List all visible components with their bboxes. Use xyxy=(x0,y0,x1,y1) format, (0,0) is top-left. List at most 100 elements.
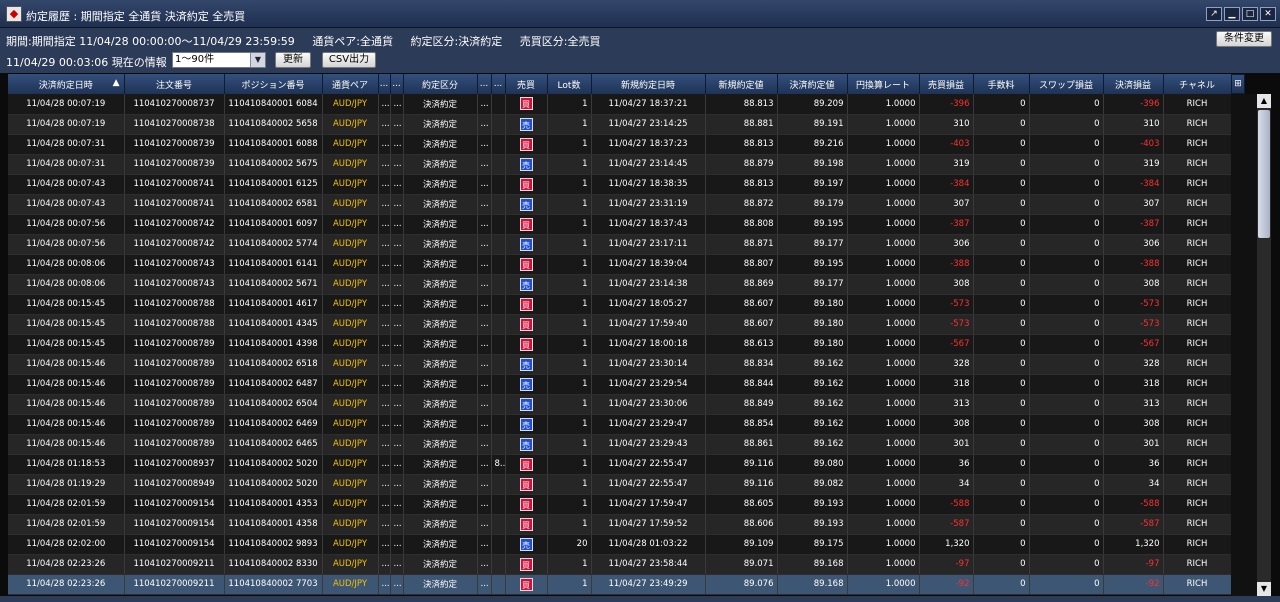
cell-ch: RICH xyxy=(1163,294,1231,315)
column-header-swap-pl[interactable]: スワップ損益 xyxy=(1029,74,1104,94)
cell-c6: ... xyxy=(390,514,404,535)
table-row[interactable]: 11/04/28 02:01:59 110410270009154 11041084… xyxy=(8,494,1231,515)
column-header-net-pl[interactable]: 決済損益 xyxy=(1103,74,1164,94)
cell-pos: 110410840002 6469 xyxy=(224,414,323,435)
table-row[interactable]: 11/04/28 01:19:29 110410270008949 11041084… xyxy=(8,474,1231,495)
cell-c8: ... xyxy=(477,334,492,355)
table-row[interactable]: 11/04/28 00:07:56 110410270008742 11041084… xyxy=(8,214,1231,235)
close-icon[interactable]: ✕ xyxy=(1260,7,1276,21)
table-row[interactable]: 11/04/28 02:01:59 110410270009154 11041084… xyxy=(8,514,1231,535)
cell-rate: 1.0000 xyxy=(847,134,920,155)
cell-order: 110410270008739 xyxy=(124,154,225,175)
column-header-trade-pl[interactable]: 売買損益 xyxy=(919,74,974,94)
table-row[interactable]: 11/04/28 00:07:31 110410270008739 11041084… xyxy=(8,134,1231,155)
table-row[interactable]: 11/04/28 02:23:26 110410270009211 11041084… xyxy=(8,574,1231,595)
table-row[interactable]: 11/04/28 00:15:46 110410270008789 11041084… xyxy=(8,394,1231,415)
cell-rate: 1.0000 xyxy=(847,334,920,355)
column-header-col8[interactable]: ... xyxy=(477,74,492,94)
column-header-side[interactable]: 売買 xyxy=(505,74,548,94)
table-row[interactable]: 11/04/28 00:15:46 110410270008789 11041084… xyxy=(8,434,1231,455)
cell-pair: AUD/JPY xyxy=(322,94,379,115)
cell-swap: 0 xyxy=(1029,194,1104,215)
table-row[interactable]: 11/04/28 00:07:31 110410270008739 11041084… xyxy=(8,154,1231,175)
column-header-order-no[interactable]: 注文番号 xyxy=(124,74,225,94)
column-header-fee[interactable]: 手数料 xyxy=(973,74,1030,94)
cell-c5: ... xyxy=(378,374,391,395)
cell-pair: AUD/JPY xyxy=(322,494,379,515)
cell-lot: 1 xyxy=(547,454,592,475)
cell-c8: ... xyxy=(477,414,492,435)
table-row[interactable]: 11/04/28 00:07:43 110410270008741 11041084… xyxy=(8,174,1231,195)
column-header-channel[interactable]: チャネル xyxy=(1163,74,1231,94)
change-condition-button[interactable]: 条件変更 xyxy=(1216,31,1272,47)
table-row[interactable]: 11/04/28 00:08:06 110410270008743 11041084… xyxy=(8,254,1231,275)
table-row[interactable]: 11/04/28 00:07:19 110410270008738 11041084… xyxy=(8,114,1231,135)
cell-rate: 1.0000 xyxy=(847,494,920,515)
chevron-down-icon[interactable]: ▼ xyxy=(250,53,265,67)
pin-icon[interactable]: ↗ xyxy=(1206,7,1222,21)
scroll-thumb[interactable] xyxy=(1258,110,1270,238)
table-row[interactable]: 11/04/28 00:15:45 110410270008788 11041084… xyxy=(8,314,1231,335)
cell-side: 買 xyxy=(505,134,548,155)
table-row[interactable]: 11/04/28 02:23:26 110410270009211 11041084… xyxy=(8,554,1231,575)
table-row[interactable]: 11/04/28 01:18:53 110410270008937 11041084… xyxy=(8,454,1231,475)
cell-c8: ... xyxy=(477,214,492,235)
cell-ch: RICH xyxy=(1163,274,1231,295)
column-header-col5[interactable]: ... xyxy=(378,74,391,94)
cell-ch: RICH xyxy=(1163,234,1231,255)
table-row[interactable]: 11/04/28 00:15:46 110410270008789 11041084… xyxy=(8,414,1231,435)
column-header-col6[interactable]: ... xyxy=(390,74,404,94)
sort-ascending-icon[interactable]: ▲ xyxy=(113,78,120,88)
scroll-down-icon[interactable]: ▼ xyxy=(1257,582,1271,596)
vertical-scrollbar[interactable]: ▲ ▼ xyxy=(1257,94,1271,596)
cell-close: 89.177 xyxy=(777,234,848,255)
update-button[interactable]: 更新 xyxy=(275,52,311,68)
cell-side: 買 xyxy=(505,494,548,515)
column-header-open-price[interactable]: 新規約定値 xyxy=(705,74,778,94)
table-row[interactable]: 11/04/28 02:02:00 110410270009154 11041084… xyxy=(8,534,1231,555)
cell-c9 xyxy=(491,234,506,255)
column-header-label: 約定区分 xyxy=(421,80,458,91)
table-row[interactable]: 11/04/28 00:08:06 110410270008743 11041084… xyxy=(8,274,1231,295)
table-row[interactable]: 11/04/28 00:07:19 110410270008737 11041084… xyxy=(8,94,1231,115)
cell-order: 110410270008743 xyxy=(124,274,225,295)
column-header-jpy-rate[interactable]: 円換算レート xyxy=(847,74,920,94)
minimize-icon[interactable]: ▁ xyxy=(1224,7,1240,21)
table-row[interactable]: 11/04/28 00:15:45 110410270008789 11041084… xyxy=(8,334,1231,355)
table-row[interactable]: 11/04/28 00:07:56 110410270008742 11041084… xyxy=(8,234,1231,255)
cell-swap: 0 xyxy=(1029,354,1104,375)
maximize-icon[interactable]: □ xyxy=(1242,7,1258,21)
cell-c5: ... xyxy=(378,254,391,275)
column-header-close-dt[interactable]: 決済約定日時 ▲ xyxy=(8,74,125,94)
cell-open: 88.879 xyxy=(705,154,778,175)
cell-type: 決済約定 xyxy=(403,214,478,235)
cell-side: 買 xyxy=(505,474,548,495)
column-header-label: 売買損益 xyxy=(927,80,964,91)
column-header-close-price[interactable]: 決済約定値 xyxy=(777,74,848,94)
table-row[interactable]: 11/04/28 00:15:46 110410270008789 11041084… xyxy=(8,354,1231,375)
cell-lot: 1 xyxy=(547,414,592,435)
table-row[interactable]: 11/04/28 00:07:43 110410270008741 11041084… xyxy=(8,194,1231,215)
cell-lot: 20 xyxy=(547,534,592,555)
column-header-open-dt[interactable]: 新規約定日時 xyxy=(591,74,706,94)
cell-pos: 110410840001 4353 xyxy=(224,494,323,515)
cell-c6: ... xyxy=(390,454,404,475)
table-row[interactable]: 11/04/28 00:15:46 110410270008789 11041084… xyxy=(8,374,1231,395)
csv-export-button[interactable]: CSV出力 xyxy=(322,52,376,68)
column-header-pair[interactable]: 通貨ペア xyxy=(322,74,379,94)
cell-pos: 110410840001 4358 xyxy=(224,514,323,535)
cell-c9 xyxy=(491,514,506,535)
column-header-contract-type[interactable]: 約定区分 xyxy=(403,74,478,94)
column-settings-icon[interactable]: ⊞ xyxy=(1231,74,1245,94)
buy-badge: 買 xyxy=(519,97,533,111)
table-row[interactable]: 11/04/28 00:15:45 110410270008788 11041084… xyxy=(8,294,1231,315)
column-header-position-no[interactable]: ポジション番号 xyxy=(224,74,323,94)
column-header-label: 新規約定値 xyxy=(718,80,764,91)
scroll-up-icon[interactable]: ▲ xyxy=(1257,94,1271,108)
column-header-col9[interactable]: ... xyxy=(491,74,506,94)
cell-fee: 0 xyxy=(973,394,1030,415)
cell-net: -573 xyxy=(1103,294,1164,315)
window-controls: ↗ ▁ □ ✕ xyxy=(1206,7,1276,21)
column-header-lot[interactable]: Lot数 xyxy=(547,74,592,94)
range-select[interactable]: 1～90件 ▼ xyxy=(172,52,266,68)
